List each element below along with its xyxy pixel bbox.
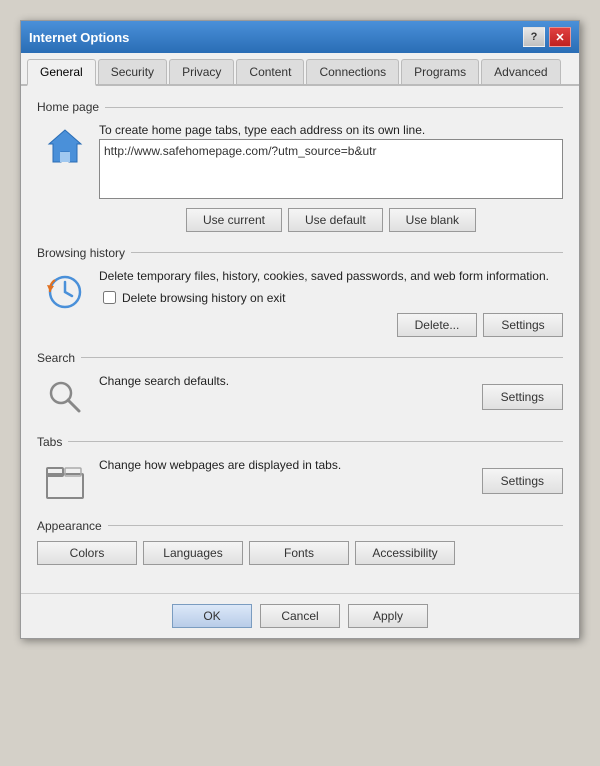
home-page-title: Home page [37, 100, 105, 114]
use-blank-button[interactable]: Use blank [389, 208, 476, 232]
tabs-divider [68, 441, 563, 442]
apply-button[interactable]: Apply [348, 604, 428, 628]
tabs-icon [41, 457, 89, 505]
use-default-button[interactable]: Use default [288, 208, 383, 232]
browsing-history-divider [131, 252, 563, 253]
tab-security[interactable]: Security [98, 59, 167, 84]
window-title: Internet Options [29, 30, 129, 45]
home-icon [41, 122, 89, 170]
search-icon [41, 373, 89, 421]
tabs-header: Tabs [37, 435, 563, 449]
home-url-wrap: http://www.safehomepage.com/?utm_source=… [99, 139, 563, 202]
help-button[interactable]: ? [523, 27, 545, 47]
browsing-history-description: Delete temporary files, history, cookies… [99, 268, 563, 285]
home-url-input[interactable]: http://www.safehomepage.com/?utm_source=… [99, 139, 563, 199]
tab-general[interactable]: General [27, 59, 96, 86]
appearance-divider [108, 525, 563, 526]
delete-history-checkbox-row: Delete browsing history on exit [99, 291, 563, 305]
cancel-button[interactable]: Cancel [260, 604, 340, 628]
title-bar: Internet Options ? ✕ [21, 21, 579, 53]
tabs-section: Tabs Change how webpages are displayed i… [37, 435, 563, 505]
appearance-header: Appearance [37, 519, 563, 533]
browsing-history-body: Delete temporary files, history, cookies… [37, 268, 563, 337]
browsing-history-section: Browsing history Delete temporary files,… [37, 246, 563, 337]
browsing-history-buttons: Delete... Settings [99, 313, 563, 337]
appearance-section: Appearance Colors Languages Fonts Access… [37, 519, 563, 565]
general-tab-content: Home page To create home page tabs, type… [21, 86, 579, 593]
close-button[interactable]: ✕ [549, 27, 571, 47]
tabs-description: Change how webpages are displayed in tab… [99, 457, 472, 474]
search-title: Search [37, 351, 81, 365]
search-description: Change search defaults. [99, 373, 472, 390]
search-section: Search Change search defaults. Settings [37, 351, 563, 421]
home-page-content: To create home page tabs, type each addr… [99, 122, 563, 232]
delete-history-label: Delete browsing history on exit [122, 291, 285, 305]
home-page-buttons: Use current Use default Use blank [99, 208, 563, 232]
languages-button[interactable]: Languages [143, 541, 243, 565]
browsing-history-content: Delete temporary files, history, cookies… [99, 268, 563, 337]
tab-programs[interactable]: Programs [401, 59, 479, 84]
tab-privacy[interactable]: Privacy [169, 59, 234, 84]
footer: OK Cancel Apply [21, 593, 579, 638]
tabs-title: Tabs [37, 435, 68, 449]
tab-connections[interactable]: Connections [306, 59, 399, 84]
browsing-history-title: Browsing history [37, 246, 131, 260]
use-current-button[interactable]: Use current [186, 208, 282, 232]
tabs-body: Change how webpages are displayed in tab… [37, 457, 563, 505]
search-header: Search [37, 351, 563, 365]
tab-content[interactable]: Content [236, 59, 304, 84]
browsing-history-settings-button[interactable]: Settings [483, 313, 563, 337]
appearance-title: Appearance [37, 519, 108, 533]
fonts-button[interactable]: Fonts [249, 541, 349, 565]
search-body: Change search defaults. Settings [37, 373, 563, 421]
tab-advanced[interactable]: Advanced [481, 59, 560, 84]
home-page-header: Home page [37, 100, 563, 114]
ok-button[interactable]: OK [172, 604, 252, 628]
tabs-bar: General Security Privacy Content Connect… [21, 53, 579, 86]
tabs-settings-button[interactable]: Settings [482, 468, 563, 494]
history-icon [41, 268, 89, 316]
home-page-body: To create home page tabs, type each addr… [37, 122, 563, 232]
delete-history-checkbox[interactable] [103, 291, 116, 304]
delete-button[interactable]: Delete... [397, 313, 477, 337]
internet-options-window: Internet Options ? ✕ General Security Pr… [20, 20, 580, 639]
colors-button[interactable]: Colors [37, 541, 137, 565]
accessibility-button[interactable]: Accessibility [355, 541, 455, 565]
browsing-history-header: Browsing history [37, 246, 563, 260]
home-page-section: Home page To create home page tabs, type… [37, 100, 563, 232]
appearance-buttons: Colors Languages Fonts Accessibility [37, 541, 563, 565]
home-page-description: To create home page tabs, type each addr… [99, 122, 563, 139]
search-settings-button[interactable]: Settings [482, 384, 563, 410]
home-page-divider [105, 107, 563, 108]
title-bar-buttons: ? ✕ [523, 27, 571, 47]
search-divider [81, 357, 563, 358]
